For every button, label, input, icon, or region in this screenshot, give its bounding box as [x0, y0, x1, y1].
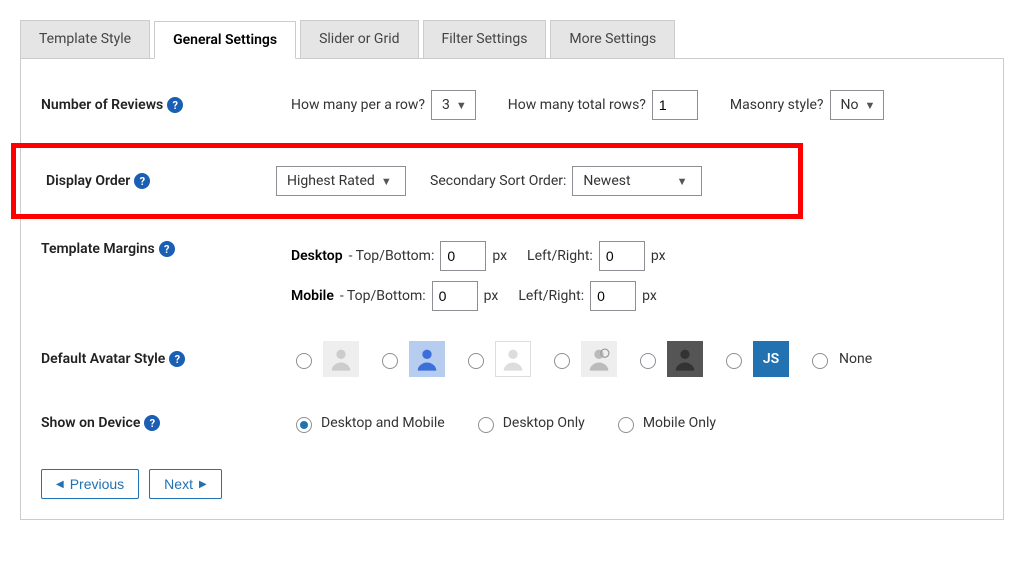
masonry-select[interactable]: No ▼ — [830, 90, 885, 120]
desktop-lr-input[interactable] — [599, 241, 645, 271]
mobile-tb-input[interactable] — [432, 281, 478, 311]
desktop-prefix: Desktop — [291, 248, 343, 264]
tab-bar: Template Style General Settings Slider o… — [20, 20, 1004, 59]
device-radio-desktop[interactable] — [478, 417, 494, 433]
tb-label: - Top/Bottom: — [340, 288, 426, 304]
next-label: Next — [164, 476, 193, 492]
show-on-device-label: Show on Device — [41, 415, 140, 431]
tab-slider-or-grid[interactable]: Slider or Grid — [300, 20, 418, 58]
masonry-value: No — [841, 97, 859, 113]
tab-template-style[interactable]: Template Style — [20, 20, 150, 58]
tab-general-settings[interactable]: General Settings — [154, 21, 296, 59]
number-of-reviews-label: Number of Reviews — [41, 97, 163, 113]
row-default-avatar: Default Avatar Style ? — [41, 341, 983, 377]
chevron-down-icon: ▼ — [677, 175, 688, 188]
lr-label: Left/Right: — [518, 288, 584, 304]
chevron-down-icon: ▼ — [381, 175, 392, 188]
avatar-radio-1[interactable] — [296, 353, 312, 369]
device-both-label: Desktop and Mobile — [321, 415, 445, 431]
settings-panel: Number of Reviews ? How many per a row? … — [20, 59, 1004, 520]
device-desktop-label: Desktop Only — [503, 415, 585, 431]
row-number-of-reviews: Number of Reviews ? How many per a row? … — [41, 89, 983, 121]
previous-label: Previous — [70, 476, 124, 492]
tb-label: - Top/Bottom: — [349, 248, 435, 264]
triangle-left-icon: ◀ — [56, 479, 64, 490]
masonry-label: Masonry style? — [730, 97, 824, 113]
default-avatar-label: Default Avatar Style — [41, 351, 165, 367]
avatar-dark-icon — [667, 341, 703, 377]
previous-button[interactable]: ◀ Previous — [41, 469, 139, 499]
mobile-lr-input[interactable] — [590, 281, 636, 311]
device-radio-mobile[interactable] — [618, 417, 634, 433]
per-row-label: How many per a row? — [291, 97, 425, 113]
display-order-label: Display Order — [46, 173, 130, 189]
avatar-silhouette-icon — [323, 341, 359, 377]
avatar-radio-none[interactable] — [812, 353, 828, 369]
px-unit: px — [492, 248, 507, 264]
chevron-down-icon: ▼ — [456, 99, 467, 112]
secondary-sort-label: Secondary Sort Order: — [430, 173, 566, 189]
px-unit: px — [484, 288, 499, 304]
tab-more-settings[interactable]: More Settings — [550, 20, 675, 58]
avatar-radio-3[interactable] — [468, 353, 484, 369]
secondary-sort-select[interactable]: Newest ▼ — [572, 166, 702, 196]
help-icon[interactable]: ? — [167, 97, 183, 113]
device-mobile-label: Mobile Only — [643, 415, 716, 431]
row-show-on-device: Show on Device ? Desktop and Mobile Desk… — [41, 407, 983, 439]
lr-label: Left/Right: — [527, 248, 593, 264]
avatar-radio-5[interactable] — [640, 353, 656, 369]
desktop-tb-input[interactable] — [440, 241, 486, 271]
avatar-none-label: None — [839, 351, 872, 367]
help-icon[interactable]: ? — [169, 351, 185, 367]
nav-buttons: ◀ Previous Next ▶ — [41, 469, 983, 499]
avatar-mystery-icon — [581, 341, 617, 377]
next-button[interactable]: Next ▶ — [149, 469, 222, 499]
display-order-value: Highest Rated — [287, 173, 375, 189]
avatar-radio-4[interactable] — [554, 353, 570, 369]
row-display-order: Display Order ? Highest Rated ▼ Secondar… — [11, 143, 803, 219]
per-row-value: 3 — [442, 97, 450, 113]
help-icon[interactable]: ? — [134, 173, 150, 189]
help-icon[interactable]: ? — [144, 415, 160, 431]
avatar-radio-6[interactable] — [726, 353, 742, 369]
px-unit: px — [642, 288, 657, 304]
display-order-select[interactable]: Highest Rated ▼ — [276, 166, 406, 196]
avatar-outline-icon — [495, 341, 531, 377]
tab-filter-settings[interactable]: Filter Settings — [423, 20, 547, 58]
per-row-select[interactable]: 3 ▼ — [431, 90, 476, 120]
total-rows-input[interactable] — [652, 90, 698, 120]
row-template-margins: Template Margins ? Desktop - Top/Bottom:… — [41, 241, 983, 311]
avatar-radio-2[interactable] — [382, 353, 398, 369]
mobile-prefix: Mobile — [291, 288, 334, 304]
secondary-sort-value: Newest — [583, 173, 630, 189]
triangle-right-icon: ▶ — [199, 479, 207, 490]
help-icon[interactable]: ? — [159, 241, 175, 257]
avatar-blue-icon — [409, 341, 445, 377]
total-rows-label: How many total rows? — [508, 97, 646, 113]
px-unit: px — [651, 248, 666, 264]
chevron-down-icon: ▼ — [865, 99, 876, 112]
template-margins-label: Template Margins — [41, 241, 155, 257]
device-radio-both[interactable] — [296, 417, 312, 433]
avatar-initials-icon: JS — [753, 341, 789, 377]
